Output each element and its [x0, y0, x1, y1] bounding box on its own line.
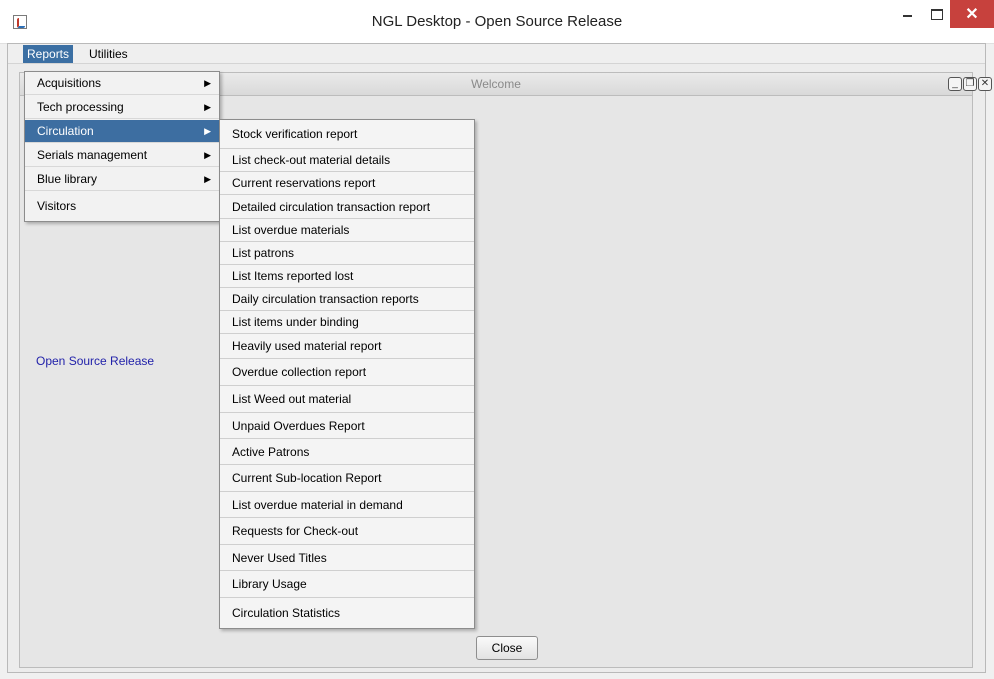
- open-source-release-label: Open Source Release: [36, 354, 155, 368]
- menu-bar: Reports Utilities: [8, 44, 985, 64]
- submenu-arrow-icon: ▶: [204, 78, 211, 88]
- submenu-item[interactable]: Stock verification report: [220, 120, 474, 149]
- submenu-item[interactable]: List overdue materials: [220, 219, 474, 242]
- close-icon: ✕: [980, 78, 990, 89]
- submenu-item[interactable]: List items under binding: [220, 311, 474, 334]
- maximize-button[interactable]: [923, 0, 951, 28]
- restore-button[interactable]: ❐: [963, 77, 977, 91]
- submenu-item[interactable]: Overdue collection report: [220, 359, 474, 386]
- title-bar[interactable]: NGL Desktop - Open Source Release ✕: [0, 0, 994, 44]
- menu-reports[interactable]: Reports: [23, 45, 74, 63]
- close-window-button[interactable]: ✕: [950, 0, 994, 28]
- iconify-button[interactable]: _: [948, 77, 962, 91]
- submenu-item[interactable]: Library Usage: [220, 571, 474, 598]
- menu-item-blue-library[interactable]: Blue library ▶: [25, 168, 219, 191]
- submenu-item[interactable]: Daily circulation transaction reports: [220, 288, 474, 311]
- close-icon: ✕: [965, 6, 979, 23]
- submenu-item[interactable]: Active Patrons: [220, 439, 474, 465]
- submenu-item[interactable]: Detailed circulation transaction report: [220, 195, 474, 219]
- menu-item-tech-processing[interactable]: Tech processing ▶: [25, 96, 219, 119]
- minimize-button[interactable]: [893, 0, 921, 28]
- submenu-arrow-icon: ▶: [204, 150, 211, 160]
- menu-item-label: Acquisitions: [37, 76, 102, 90]
- submenu-item[interactable]: List Weed out material: [220, 386, 474, 413]
- internal-close-button[interactable]: ✕: [978, 77, 992, 91]
- submenu-item[interactable]: List patrons: [220, 242, 474, 265]
- submenu-item[interactable]: List check-out material details: [220, 149, 474, 172]
- minimize-icon: [902, 15, 912, 17]
- submenu-arrow-icon: ▶: [204, 126, 211, 136]
- menu-item-label: Visitors: [37, 199, 77, 213]
- menu-utilities[interactable]: Utilities: [85, 45, 132, 63]
- submenu-item[interactable]: Current reservations report: [220, 172, 474, 195]
- menu-item-acquisitions[interactable]: Acquisitions ▶: [25, 72, 219, 95]
- submenu-item[interactable]: List Items reported lost: [220, 265, 474, 288]
- minimize-icon: _: [952, 78, 958, 89]
- window-title: NGL Desktop - Open Source Release: [371, 13, 623, 30]
- submenu-arrow-icon: ▶: [204, 102, 211, 112]
- submenu-item[interactable]: Never Used Titles: [220, 545, 474, 571]
- menu-item-visitors[interactable]: Visitors: [25, 195, 219, 218]
- restore-icon: ❐: [965, 78, 975, 89]
- menu-item-label: Blue library: [37, 172, 98, 186]
- menu-item-serials-management[interactable]: Serials management ▶: [25, 144, 219, 167]
- menu-item-label: Tech processing: [37, 100, 124, 114]
- close-button[interactable]: Close: [476, 636, 538, 660]
- reports-dropdown-menu: Acquisitions ▶ Tech processing ▶ Circula…: [24, 71, 220, 222]
- circulation-submenu: Stock verification report List check-out…: [219, 119, 475, 629]
- menu-item-label: Circulation: [37, 124, 94, 138]
- submenu-item[interactable]: Circulation Statistics: [220, 598, 474, 628]
- submenu-arrow-icon: ▶: [204, 174, 211, 184]
- application-window: NGL Desktop - Open Source Release ✕ Repo…: [0, 0, 994, 679]
- maximize-icon: [931, 8, 943, 20]
- submenu-item[interactable]: Requests for Check-out: [220, 518, 474, 545]
- submenu-item[interactable]: List overdue material in demand: [220, 492, 474, 518]
- submenu-item[interactable]: Current Sub-location Report: [220, 465, 474, 492]
- submenu-item[interactable]: Heavily used material report: [220, 334, 474, 359]
- menu-item-circulation[interactable]: Circulation ▶: [25, 120, 219, 143]
- menu-item-label: Serials management: [37, 148, 148, 162]
- submenu-item[interactable]: Unpaid Overdues Report: [220, 413, 474, 439]
